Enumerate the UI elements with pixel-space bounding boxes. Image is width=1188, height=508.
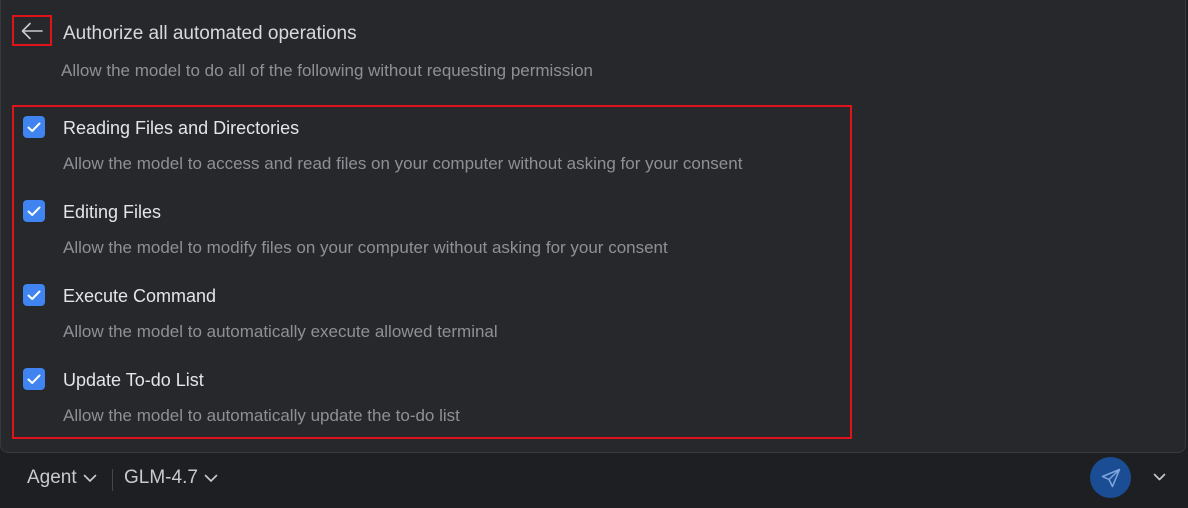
- toolbar-divider: [112, 469, 113, 491]
- page-title: Authorize all automated operations: [63, 23, 357, 44]
- permission-options-list: Reading Files and Directories Allow the …: [12, 105, 852, 439]
- option-reading-files: Reading Files and Directories Allow the …: [14, 110, 850, 194]
- back-button[interactable]: [12, 15, 52, 46]
- auto-approve-panel: Authorize all automated operations Allow…: [0, 0, 1186, 453]
- send-icon: [1101, 468, 1120, 487]
- option-update-todo: Update To-do List Allow the model to aut…: [14, 362, 850, 446]
- model-label: GLM-4.7: [124, 467, 198, 488]
- chevron-down-icon: [204, 474, 218, 482]
- option-description: Allow the model to modify files on your …: [63, 238, 668, 257]
- option-description: Allow the model to access and read files…: [63, 154, 743, 173]
- update-todo-checkbox[interactable]: [23, 368, 45, 390]
- send-button[interactable]: [1090, 457, 1131, 498]
- model-dropdown[interactable]: GLM-4.7: [124, 467, 218, 489]
- check-icon: [27, 122, 41, 132]
- editing-files-checkbox[interactable]: [23, 200, 45, 222]
- option-description: Allow the model to automatically update …: [63, 406, 460, 425]
- send-options-button[interactable]: [1149, 467, 1169, 487]
- chat-input-toolbar: Agent GLM-4.7: [0, 453, 1188, 508]
- chevron-down-icon: [83, 474, 96, 482]
- page-subtitle: Allow the model to do all of the followi…: [61, 61, 594, 80]
- option-execute-command: Execute Command Allow the model to autom…: [14, 278, 850, 362]
- execute-command-checkbox[interactable]: [23, 284, 45, 306]
- check-icon: [27, 290, 41, 300]
- check-icon: [27, 206, 41, 216]
- option-label: Editing Files: [63, 202, 162, 222]
- option-label: Reading Files and Directories: [63, 118, 300, 138]
- mode-dropdown[interactable]: Agent: [27, 467, 97, 489]
- arrow-left-icon: [21, 22, 43, 39]
- option-label: Execute Command: [63, 286, 217, 306]
- option-description: Allow the model to automatically execute…: [63, 322, 498, 341]
- option-editing-files: Editing Files Allow the model to modify …: [14, 194, 850, 278]
- option-label: Update To-do List: [63, 370, 204, 390]
- chevron-down-icon: [1153, 473, 1165, 481]
- mode-label: Agent: [27, 467, 77, 488]
- check-icon: [27, 374, 41, 384]
- reading-files-checkbox[interactable]: [23, 116, 45, 138]
